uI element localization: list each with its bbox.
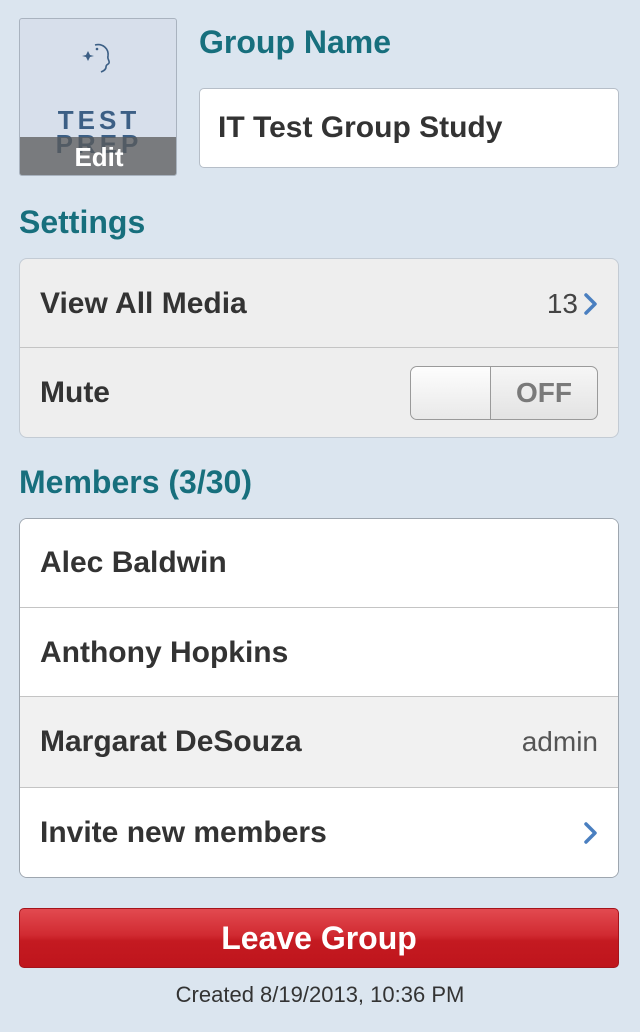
mute-state-label: OFF — [516, 377, 572, 408]
settings-heading: Settings — [19, 204, 146, 240]
chevron-right-icon — [584, 821, 598, 845]
members-list: Alec Baldwin Anthony Hopkins Margarat De… — [19, 518, 619, 878]
member-row[interactable]: Margarat DeSouza admin — [20, 697, 618, 787]
view-all-media-label: View All Media — [40, 286, 247, 320]
created-timestamp: Created 8/19/2013, 10:36 PM — [175, 982, 465, 1007]
group-name-heading: Group Name — [199, 24, 392, 60]
face-logo-icon — [20, 41, 176, 90]
admin-badge: admin — [521, 726, 598, 757]
group-avatar[interactable]: TEST PREP Edit — [19, 18, 177, 176]
member-row[interactable]: Anthony Hopkins — [20, 608, 618, 697]
toggle-knob[interactable] — [411, 367, 491, 419]
mute-label: Mute — [40, 376, 110, 409]
leave-group-button[interactable]: Leave Group — [19, 908, 619, 968]
invite-members-row[interactable]: Invite new members — [20, 788, 618, 877]
mute-toggle[interactable]: OFF — [410, 366, 598, 420]
member-name: Alec Baldwin — [40, 546, 227, 579]
members-heading: Members (3/30) — [19, 464, 252, 500]
media-count: 13 — [546, 287, 578, 319]
chevron-right-icon — [584, 292, 598, 316]
member-name: Anthony Hopkins — [40, 635, 289, 669]
member-row[interactable]: Alec Baldwin — [20, 519, 618, 607]
edit-avatar-button[interactable]: Edit — [20, 142, 176, 172]
member-name: Margarat DeSouza — [40, 725, 302, 758]
mute-row: Mute OFF — [20, 348, 618, 437]
view-all-media-row[interactable]: View All Media 13 — [20, 259, 618, 348]
settings-card: View All Media 13 Mute OFF — [19, 258, 619, 438]
group-name-input[interactable] — [199, 88, 619, 168]
invite-members-label: Invite new members — [40, 816, 327, 849]
